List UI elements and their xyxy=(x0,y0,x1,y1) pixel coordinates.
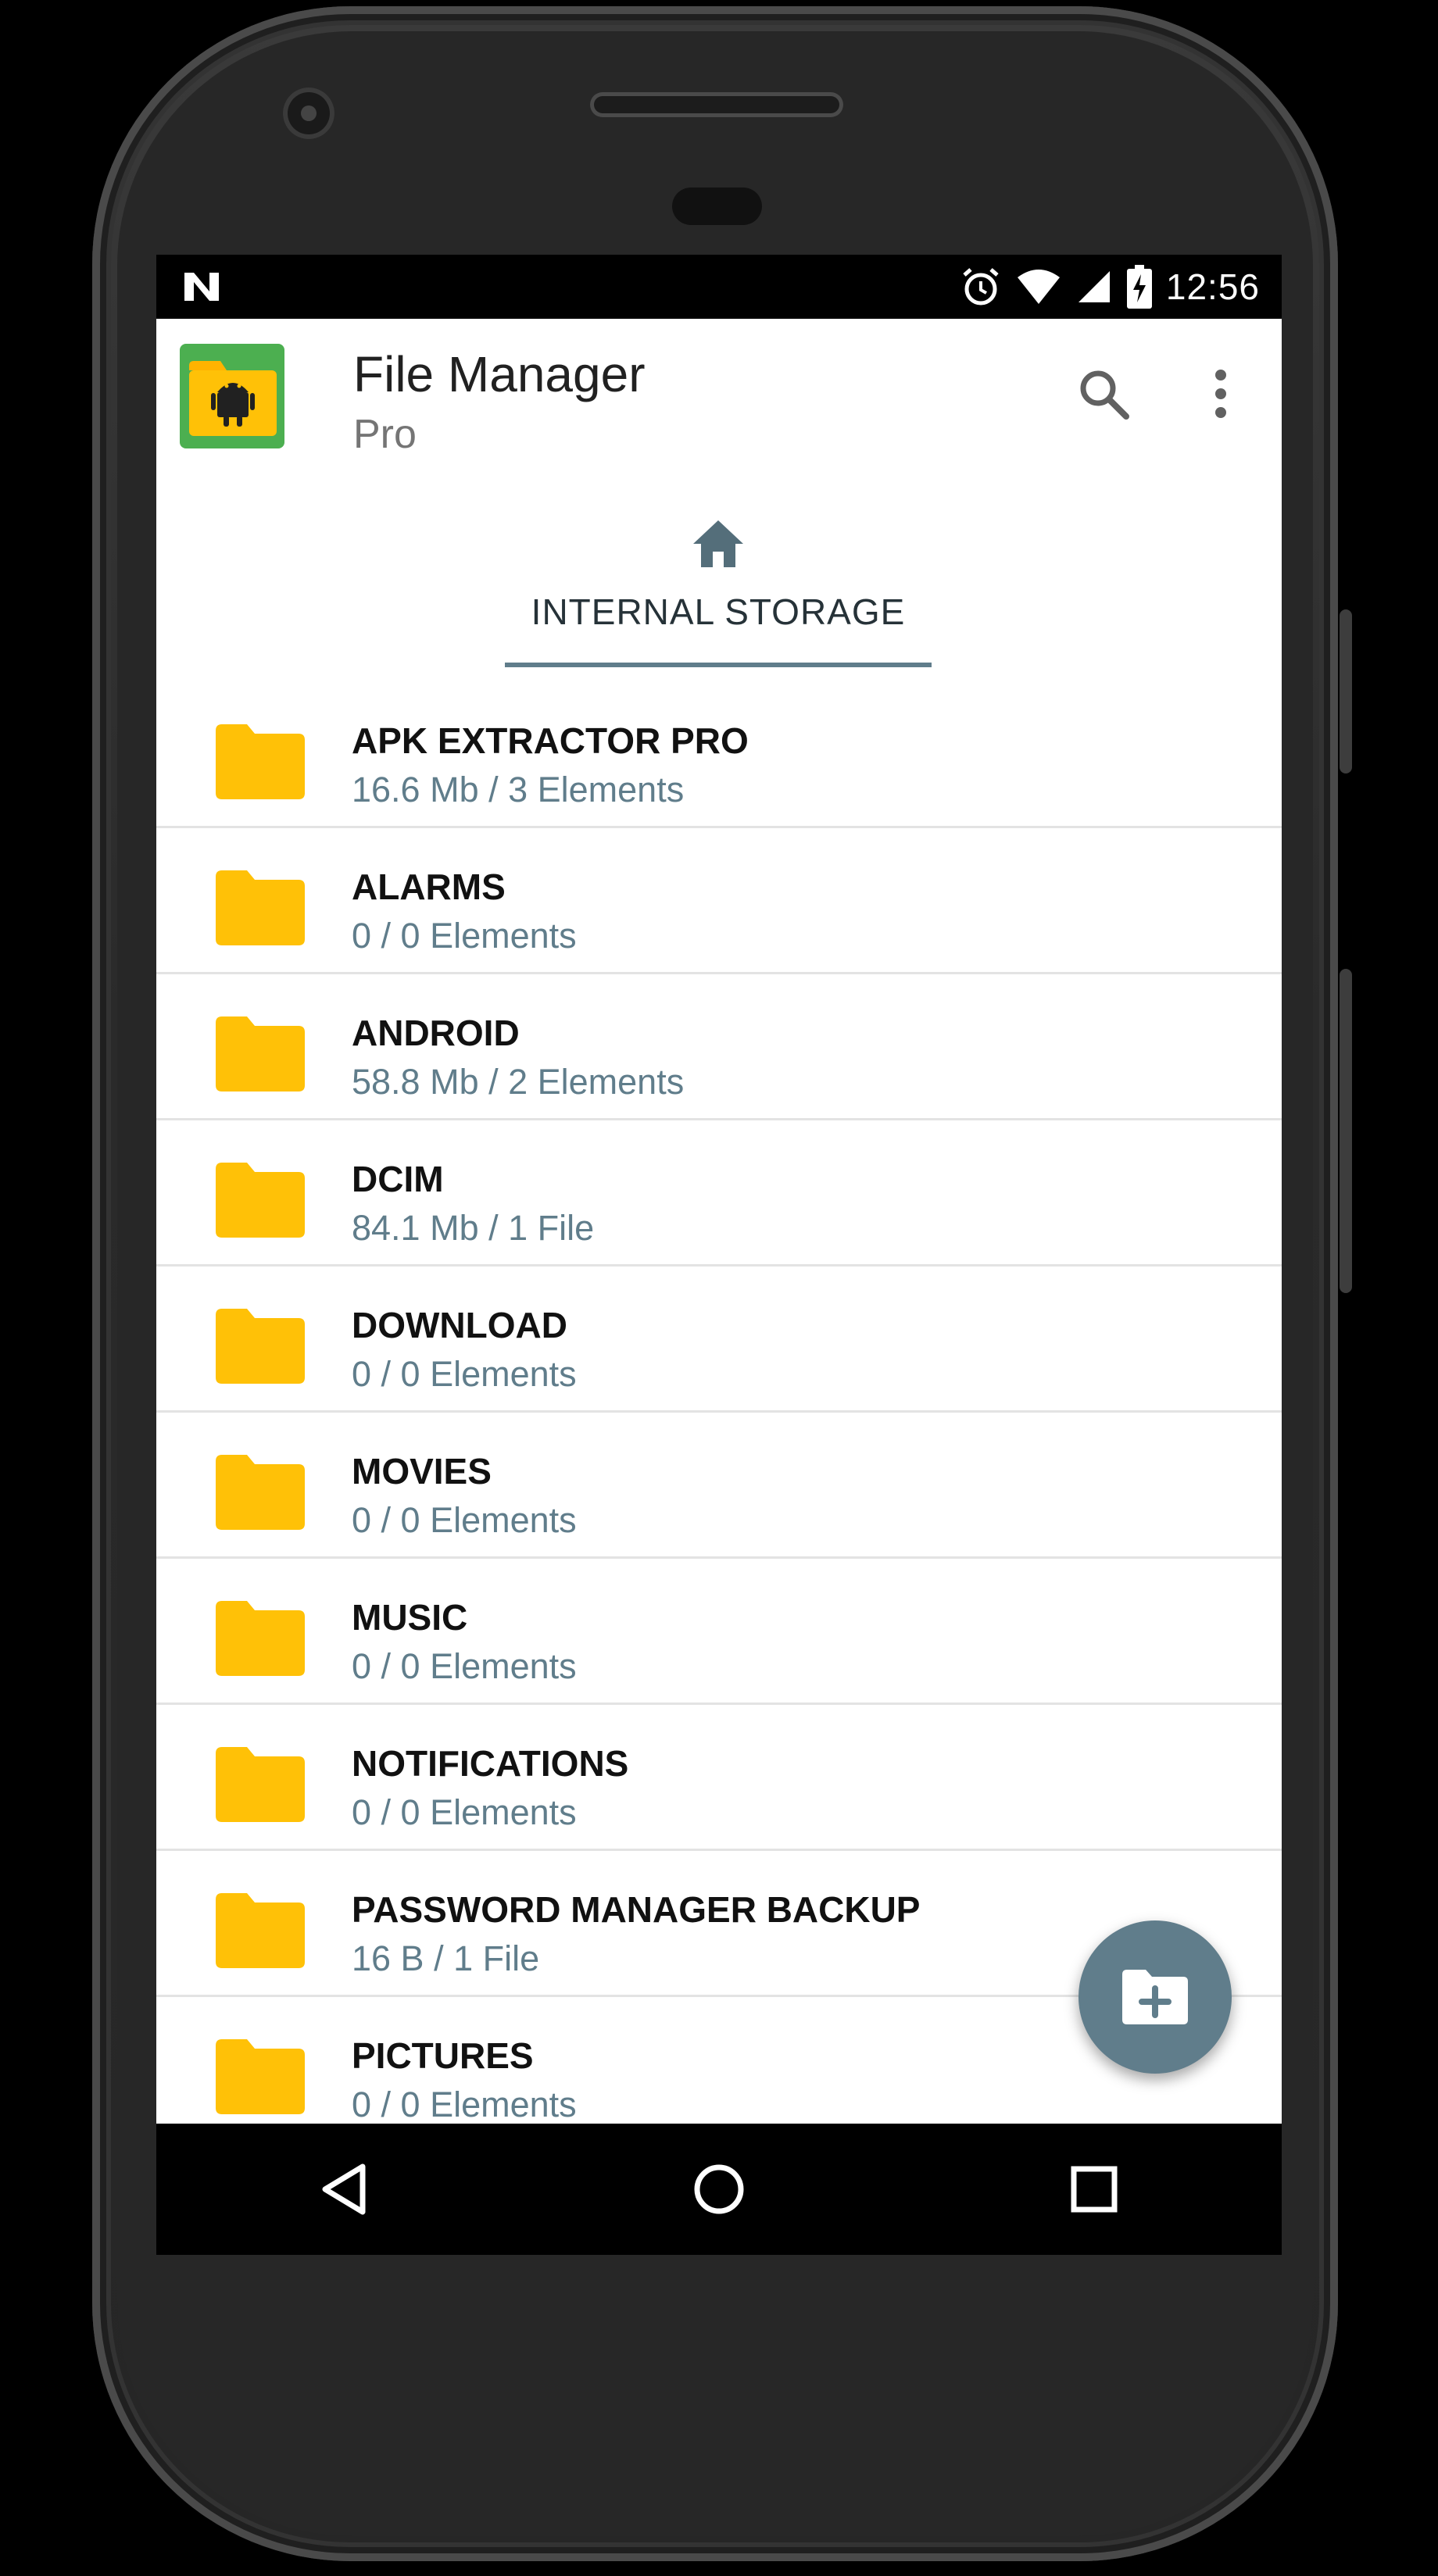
file-name: NOTIFICATIONS xyxy=(352,1743,629,1784)
file-name: MUSIC xyxy=(352,1597,468,1638)
screen: 12:56 File Manager Pro INTERNAL STORAGE … xyxy=(156,255,1282,2255)
list-item[interactable]: MOVIES 0 / 0 Elements xyxy=(156,1413,1282,1559)
file-name: APK EXTRACTOR PRO xyxy=(352,720,749,761)
file-meta: 0 / 0 Elements xyxy=(352,1354,577,1394)
front-camera xyxy=(283,88,334,139)
list-item[interactable]: ALARMS 0 / 0 Elements xyxy=(156,828,1282,974)
list-item[interactable]: NOTIFICATIONS 0 / 0 Elements xyxy=(156,1705,1282,1851)
file-meta: 16 B / 1 File xyxy=(352,1938,540,1978)
folder-icon xyxy=(216,1893,305,1968)
app-subtitle: Pro xyxy=(353,412,417,457)
notification-n-icon xyxy=(184,273,219,301)
file-name: ALARMS xyxy=(352,866,506,907)
recents-icon xyxy=(1071,2166,1118,2213)
search-button[interactable] xyxy=(1066,356,1141,431)
volume-button xyxy=(1340,969,1352,1293)
navigation-bar xyxy=(156,2124,1282,2255)
create-folder-icon xyxy=(1122,1970,1188,2024)
folder-icon xyxy=(216,1309,305,1384)
folder-icon xyxy=(216,724,305,799)
list-item[interactable]: MUSIC 0 / 0 Elements xyxy=(156,1559,1282,1705)
file-name: DOWNLOAD xyxy=(352,1305,567,1345)
battery-charging-icon xyxy=(1126,265,1152,309)
list-item[interactable]: APK EXTRACTOR PRO 16.6 Mb / 3 Elements xyxy=(156,682,1282,828)
folder-icon xyxy=(216,1601,305,1676)
device-frame: 12:56 File Manager Pro INTERNAL STORAGE … xyxy=(0,0,1438,2576)
file-list: APK EXTRACTOR PRO 16.6 Mb / 3 Elements A… xyxy=(156,682,1282,2143)
tab-internal-storage[interactable]: INTERNAL STORAGE xyxy=(505,494,932,667)
earpiece-speaker xyxy=(590,92,843,117)
app-title: File Manager xyxy=(353,346,646,402)
file-name: DCIM xyxy=(352,1159,444,1199)
signal-icon xyxy=(1078,271,1110,302)
tab-label: INTERNAL STORAGE xyxy=(531,591,906,632)
list-item[interactable]: DOWNLOAD 0 / 0 Elements xyxy=(156,1267,1282,1413)
power-button xyxy=(1340,609,1352,774)
file-meta: 0 / 0 Elements xyxy=(352,916,577,956)
folder-icon xyxy=(216,870,305,945)
tab-indicator xyxy=(505,663,932,667)
back-icon xyxy=(322,2163,366,2215)
file-meta: 0 / 0 Elements xyxy=(352,2085,577,2124)
folder-icon xyxy=(216,2039,305,2114)
recents-button[interactable] xyxy=(1047,2142,1141,2236)
search-icon xyxy=(1080,370,1129,420)
file-name: PASSWORD MANAGER BACKUP xyxy=(352,1889,921,1930)
status-icons: 12:56 xyxy=(960,255,1260,319)
back-button[interactable] xyxy=(297,2142,391,2236)
overflow-menu-button[interactable] xyxy=(1183,356,1258,431)
app-logo-icon xyxy=(180,344,284,448)
file-meta: 0 / 0 Elements xyxy=(352,1500,577,1540)
file-meta: 0 / 0 Elements xyxy=(352,1792,577,1832)
alarm-icon xyxy=(963,268,999,305)
folder-icon xyxy=(216,1747,305,1822)
status-bar: 12:56 xyxy=(156,255,1282,319)
file-meta: 84.1 Mb / 1 File xyxy=(352,1208,595,1248)
file-name: MOVIES xyxy=(352,1451,492,1492)
file-name: ANDROID xyxy=(352,1013,520,1053)
home-button[interactable] xyxy=(672,2142,766,2236)
create-folder-button[interactable] xyxy=(1078,1920,1232,2074)
folder-icon xyxy=(216,1163,305,1238)
file-meta: 16.6 Mb / 3 Elements xyxy=(352,770,685,809)
list-item[interactable]: DCIM 84.1 Mb / 1 File xyxy=(156,1120,1282,1267)
home-icon xyxy=(693,520,743,567)
folder-icon xyxy=(216,1455,305,1530)
list-item[interactable]: ANDROID 58.8 Mb / 2 Elements xyxy=(156,974,1282,1120)
home-circle-icon xyxy=(694,2164,744,2214)
status-time: 12:56 xyxy=(1165,266,1260,307)
wifi-icon xyxy=(1017,270,1060,304)
file-name: PICTURES xyxy=(352,2035,534,2076)
file-meta: 58.8 Mb / 2 Elements xyxy=(352,1062,685,1102)
more-vert-icon xyxy=(1215,370,1226,418)
app-bar: File Manager Pro xyxy=(156,319,1282,480)
proximity-sensor xyxy=(672,188,762,225)
folder-icon xyxy=(216,1016,305,1091)
file-meta: 0 / 0 Elements xyxy=(352,1646,577,1686)
